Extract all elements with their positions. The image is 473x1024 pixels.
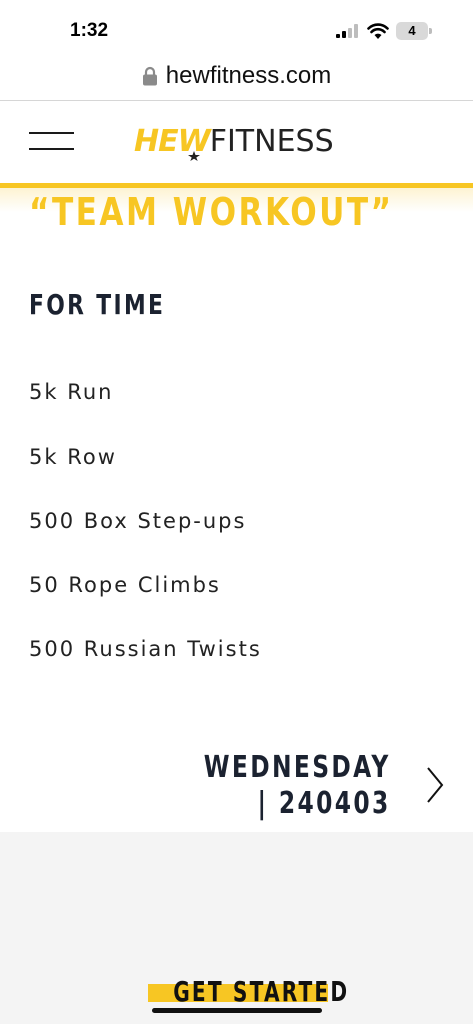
logo-star-icon [188, 151, 200, 161]
hamburger-menu-icon[interactable] [29, 130, 74, 152]
battery-level: 4 [408, 23, 416, 38]
get-started-label: GET STARTED [173, 975, 350, 1008]
status-bar: 1:32 4 [0, 0, 473, 52]
cellular-signal-icon [336, 24, 358, 38]
exercise-item: 500 Russian Twists [29, 637, 262, 661]
lock-icon [142, 66, 157, 86]
battery-cap [429, 28, 432, 34]
wifi-icon [367, 23, 389, 39]
chevron-right-icon[interactable] [424, 765, 446, 805]
next-workout-link[interactable]: WEDNESDAY | 240403 [151, 750, 391, 822]
exercise-item: 500 Box Step-ups [29, 509, 247, 533]
exercise-item: 5k Row [29, 445, 117, 469]
exercise-item: 5k Run [29, 380, 114, 404]
url-text: hewfitness.com [165, 62, 332, 89]
site-logo[interactable]: HEW FITNESS [134, 121, 334, 161]
status-time: 1:32 [70, 20, 109, 41]
next-workout-code: | 240403 [257, 786, 391, 821]
exercise-item: 50 Rope Climbs [29, 573, 221, 597]
logo-secondary: FITNESS [209, 123, 334, 159]
workout-format: FOR TIME [29, 288, 166, 321]
battery-icon: 4 [396, 22, 432, 40]
next-workout-day: WEDNESDAY [204, 750, 391, 785]
address-bar[interactable]: hewfitness.com [0, 52, 473, 100]
home-indicator [152, 1008, 322, 1013]
site-header: HEW FITNESS [0, 101, 473, 183]
workout-title: “TEAM WORKOUT” [29, 190, 394, 234]
